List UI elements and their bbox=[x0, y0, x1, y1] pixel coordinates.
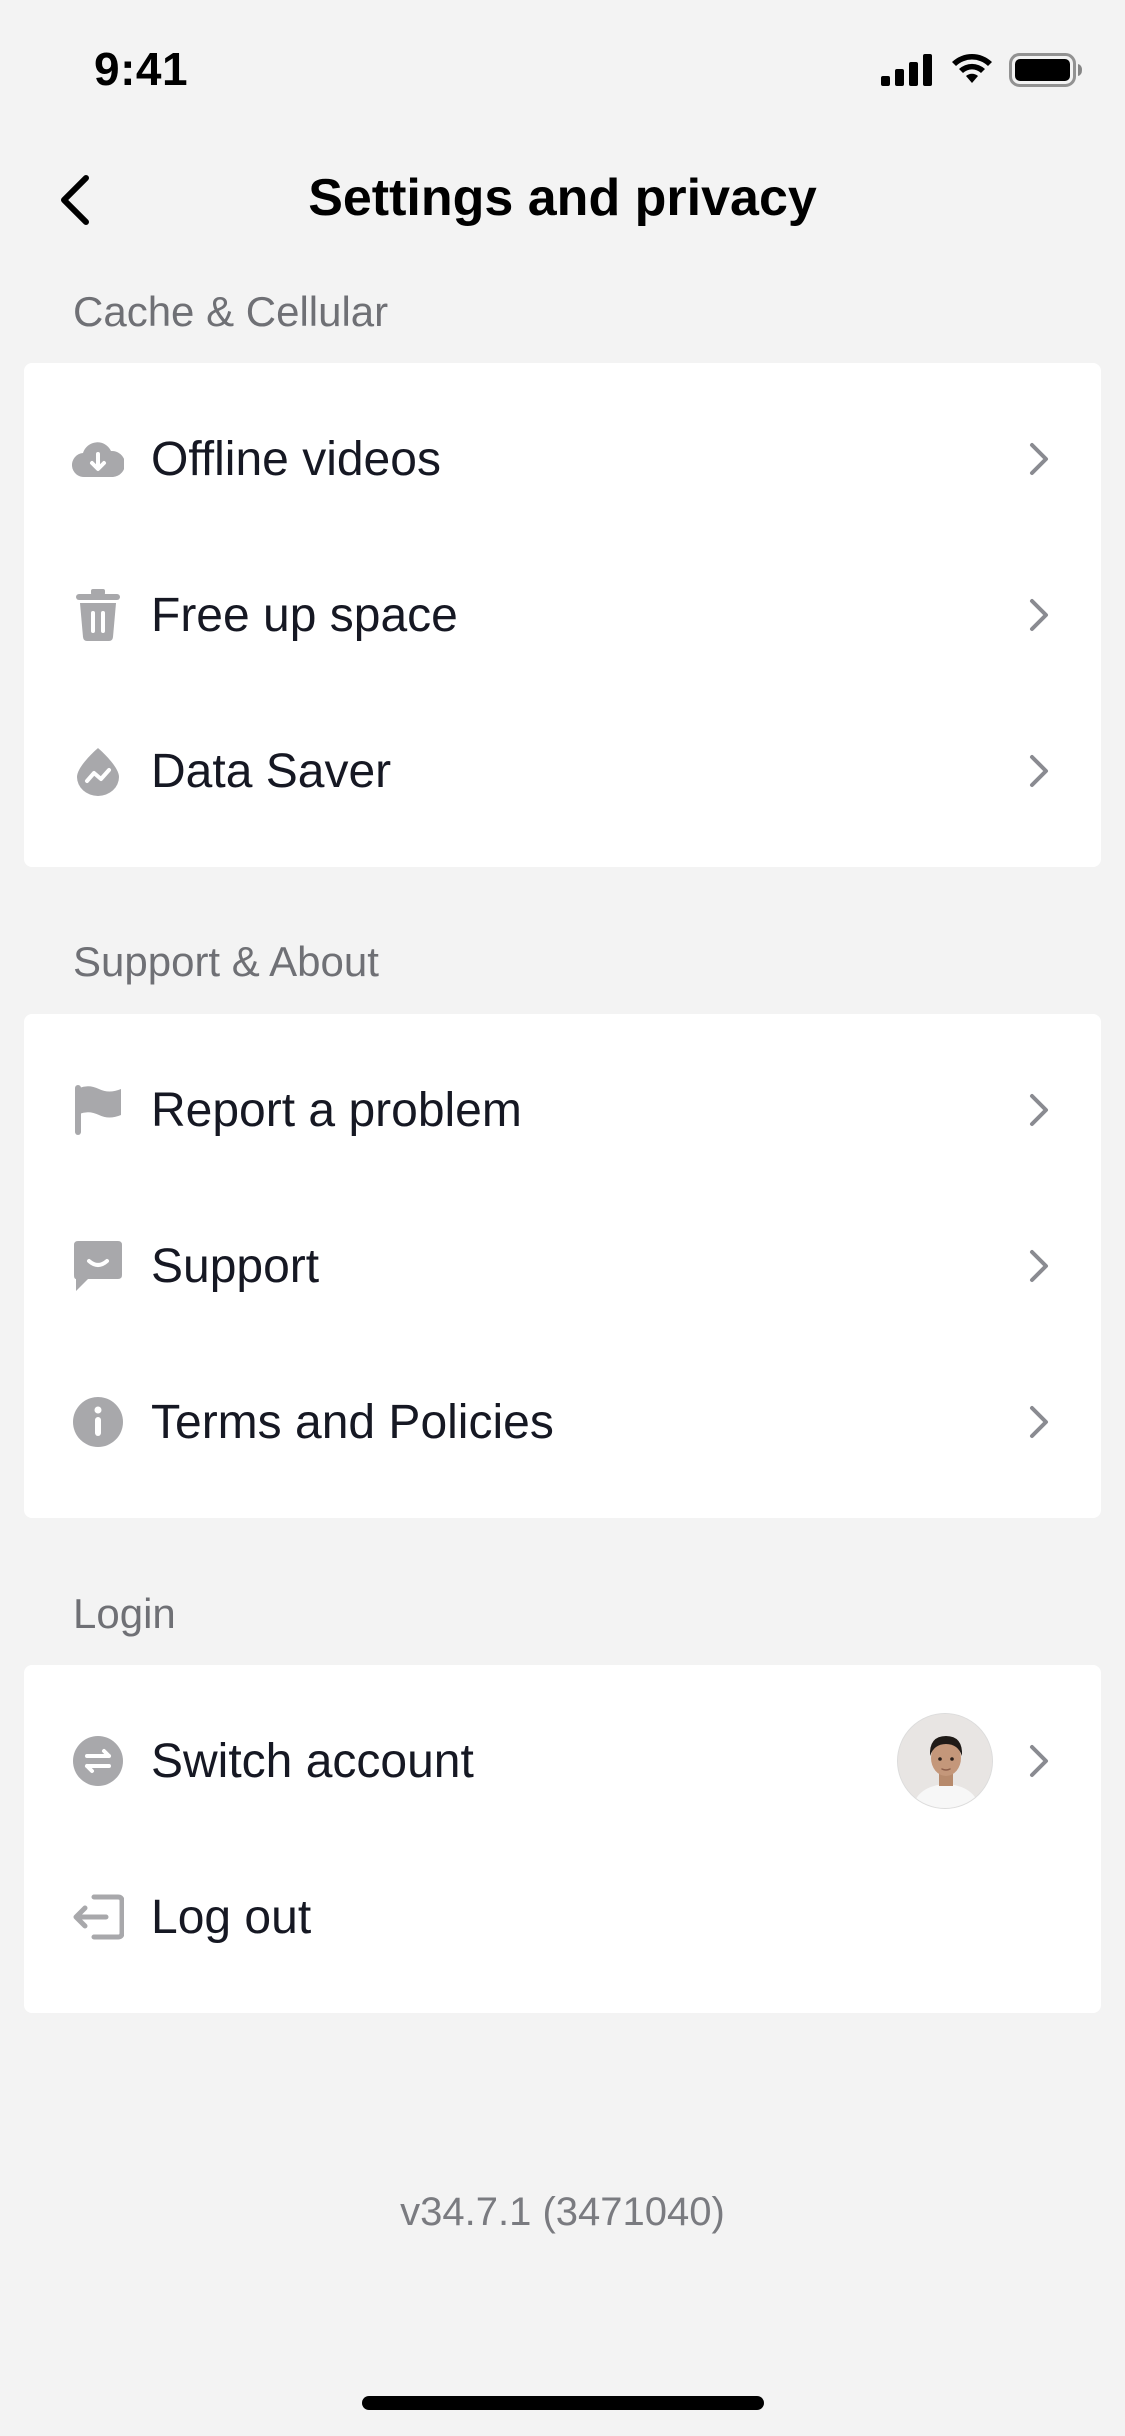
cloud-download-icon bbox=[72, 433, 124, 485]
switch-icon bbox=[72, 1735, 124, 1787]
chevron-right-icon bbox=[1021, 1248, 1057, 1284]
settings-row-label: Support bbox=[151, 1239, 320, 1293]
settings-group-login: Switch account Log out bbox=[24, 1665, 1101, 2013]
battery-icon bbox=[1009, 53, 1082, 87]
settings-row-switch-account[interactable]: Switch account bbox=[24, 1683, 1101, 1839]
settings-group-cache-cellular: Offline videos Free up space Data Saver bbox=[24, 363, 1101, 867]
cellular-signal-icon bbox=[881, 54, 932, 86]
settings-row-log-out[interactable]: Log out bbox=[24, 1839, 1101, 1995]
drop-icon bbox=[72, 745, 124, 797]
settings-row-terms-policies[interactable]: Terms and Policies bbox=[24, 1344, 1101, 1500]
flag-icon bbox=[72, 1084, 124, 1136]
chevron-right-icon bbox=[1021, 441, 1057, 477]
settings-row-label: Data Saver bbox=[151, 744, 392, 798]
settings-row-report-problem[interactable]: Report a problem bbox=[24, 1032, 1101, 1188]
status-time: 9:41 bbox=[94, 43, 189, 95]
settings-screen: 9:41 Settings and privacy Cache & Cellul… bbox=[0, 0, 1125, 2436]
nav-bar: Settings and privacy bbox=[0, 140, 1125, 260]
chevron-right-icon bbox=[1021, 753, 1057, 789]
section-header-login: Login bbox=[73, 1590, 176, 1637]
section-header-support-about: Support & About bbox=[73, 938, 379, 985]
settings-row-free-up-space[interactable]: Free up space bbox=[24, 537, 1101, 693]
avatar bbox=[897, 1713, 993, 1809]
settings-row-label: Offline videos bbox=[151, 432, 441, 486]
chevron-right-icon bbox=[1021, 597, 1057, 633]
section-header-cache-cellular: Cache & Cellular bbox=[73, 288, 389, 335]
settings-row-offline-videos[interactable]: Offline videos bbox=[24, 381, 1101, 537]
home-indicator[interactable] bbox=[362, 2396, 764, 2410]
settings-row-label: Report a problem bbox=[151, 1083, 522, 1137]
settings-row-support[interactable]: Support bbox=[24, 1188, 1101, 1344]
settings-row-label: Free up space bbox=[151, 588, 458, 642]
info-icon bbox=[72, 1396, 124, 1448]
wifi-icon bbox=[952, 54, 992, 83]
settings-group-support-about: Report a problem Support Terms and Polic… bbox=[24, 1014, 1101, 1518]
app-version: v34.7.1 (3471040) bbox=[400, 2190, 725, 2234]
chevron-right-icon bbox=[1021, 1743, 1057, 1779]
trash-icon bbox=[72, 589, 124, 641]
settings-row-label: Terms and Policies bbox=[151, 1395, 554, 1449]
status-icons bbox=[881, 50, 1083, 90]
logout-icon bbox=[72, 1891, 124, 1943]
settings-row-data-saver[interactable]: Data Saver bbox=[24, 693, 1101, 849]
settings-row-label: Switch account bbox=[151, 1734, 474, 1788]
page-title: Settings and privacy bbox=[308, 169, 817, 227]
chat-icon bbox=[72, 1240, 124, 1292]
status-bar: 9:41 bbox=[0, 0, 1125, 140]
settings-row-label: Log out bbox=[151, 1890, 312, 1944]
chevron-right-icon bbox=[1021, 1404, 1057, 1440]
chevron-right-icon bbox=[1021, 1092, 1057, 1128]
